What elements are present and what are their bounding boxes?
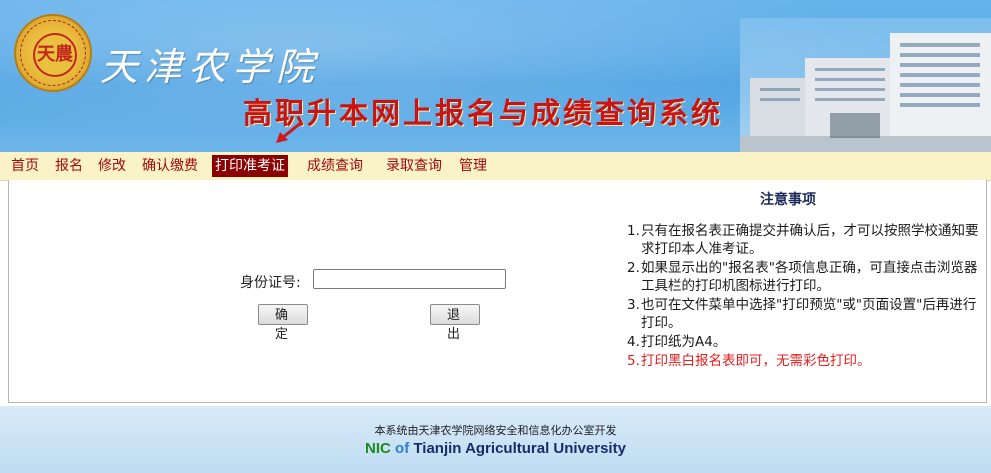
nav-home[interactable]: 首页 [11, 156, 39, 176]
nav-admission-query[interactable]: 录取查询 [386, 156, 442, 176]
notice-item: 2. 如果显示出的"报名表"各项信息正确，可直接点击浏览器工具栏的打印机图标进行打… [627, 259, 982, 295]
arrow-icon [276, 120, 303, 143]
notice-list: 1. 只有在报名表正确提交并确认后，才可以按照学校通知要求打印本人准考证。 2. 如… [627, 222, 982, 371]
id-number-input[interactable] [313, 269, 506, 289]
notice-item: 1. 只有在报名表正确提交并确认后，才可以按照学校通知要求打印本人准考证。 [627, 222, 982, 258]
notice-item-text: 打印黑白报名表即可，无需彩色打印。 [641, 353, 871, 369]
notice-item-text: 如果显示出的"报名表"各项信息正确，可直接点击浏览器工具栏的打印机图标进行打印。 [641, 260, 978, 294]
id-number-label: 身份证号: [240, 275, 301, 291]
main-nav: 首页 报名 修改 确认缴费 打印准考证 成绩查询 录取查询 管理 [0, 152, 991, 181]
confirm-button[interactable]: 确 定 [258, 304, 308, 342]
nav-modify[interactable]: 修改 [98, 156, 126, 176]
footer-nic: NIC [365, 440, 391, 457]
notice-item-number: 4. [627, 334, 640, 350]
notice-item: 3. 也可在文件菜单中选择"打印预览"或"页面设置"后再进行打印。 [627, 296, 982, 332]
school-name: 天津农学院 [100, 45, 321, 89]
notice-title: 注意事项 [760, 192, 816, 208]
notice-item-text: 只有在报名表正确提交并确认后，才可以按照学校通知要求打印本人准考证。 [641, 223, 979, 257]
notice-item-number: 1. [627, 223, 640, 239]
campus-building-image [740, 18, 991, 152]
nav-print-admission-ticket[interactable]: 打印准考证 [212, 155, 288, 177]
notice-item-number: 2. [627, 260, 640, 276]
system-title: 高职升本网上报名与成绩查询系统 [243, 96, 724, 130]
school-logo: 天農 [14, 14, 92, 92]
footer-developer-text: 本系统由天津农学院网络安全和信息化办公室开发 [374, 424, 617, 437]
footer: 本系统由天津农学院网络安全和信息化办公室开发 NIC of Tianjin Ag… [0, 406, 991, 473]
notice-item-number: 3. [627, 297, 640, 313]
nav-confirm-payment[interactable]: 确认缴费 [142, 156, 198, 176]
logo-emblem: 天農 [33, 33, 77, 77]
footer-of: of [395, 440, 410, 457]
footer-university: Tianjin Agricultural University [413, 440, 626, 457]
page: 天農 天津农学院 高职升本网上报名与成绩查询系统 首页 报名 修改 确认缴费 打… [0, 0, 991, 473]
notice-item: 4. 打印纸为A4。 [627, 333, 982, 351]
nav-score-query[interactable]: 成绩查询 [307, 156, 363, 176]
notice-item-highlight: 5. 打印黑白报名表即可，无需彩色打印。 [627, 352, 982, 370]
notice-item-text: 打印纸为A4。 [641, 334, 727, 350]
notice-item-number: 5. [627, 353, 640, 369]
nav-register[interactable]: 报名 [55, 156, 83, 176]
header-banner: 天農 天津农学院 高职升本网上报名与成绩查询系统 [0, 0, 991, 152]
exit-button[interactable]: 退 出 [430, 304, 480, 342]
nav-admin[interactable]: 管理 [459, 156, 487, 176]
notice-item-text: 也可在文件菜单中选择"打印预览"或"页面设置"后再进行打印。 [641, 297, 977, 331]
footer-organization: NIC of Tianjin Agricultural University [0, 440, 991, 457]
